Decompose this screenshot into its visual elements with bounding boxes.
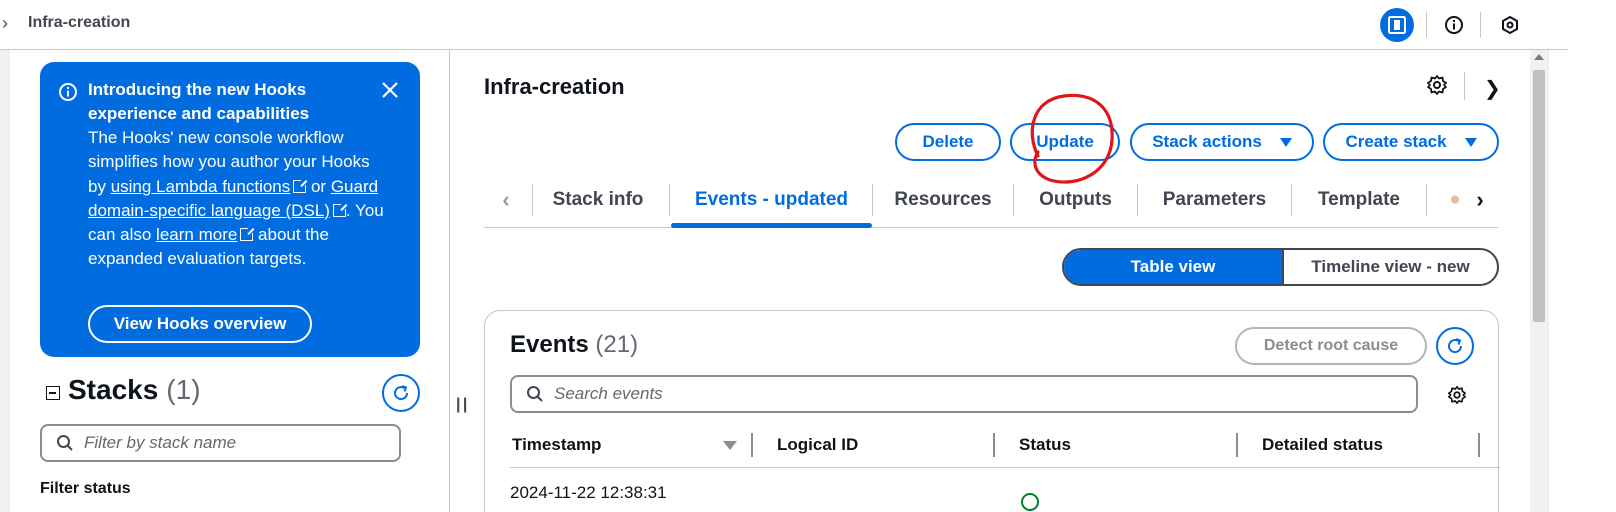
search-icon bbox=[527, 386, 543, 402]
create-stack-label: Create stack bbox=[1345, 132, 1447, 151]
table-view-button[interactable]: Table view bbox=[1064, 250, 1282, 284]
header-divider bbox=[510, 467, 1500, 468]
banner-title: Introducing the new Hooks experience and… bbox=[88, 80, 310, 123]
column-header-detailed-status[interactable]: Detailed status bbox=[1262, 435, 1383, 455]
collapse-icon[interactable] bbox=[46, 386, 60, 400]
active-tab-indicator bbox=[671, 223, 872, 228]
learn-more-link[interactable]: learn more bbox=[156, 225, 256, 244]
stacks-heading: Stacks bbox=[68, 374, 159, 405]
detect-root-cause-button[interactable]: Detect root cause bbox=[1235, 327, 1427, 365]
stacks-header: Stacks (1) bbox=[46, 374, 201, 406]
close-icon bbox=[382, 82, 398, 98]
external-link-icon bbox=[332, 201, 348, 217]
refresh-icon bbox=[394, 385, 409, 401]
column-header-timestamp[interactable]: Timestamp bbox=[512, 435, 601, 455]
view-hooks-overview-button[interactable]: View Hooks overview bbox=[88, 305, 312, 343]
left-panel: Introducing the new Hooks experience and… bbox=[10, 50, 450, 512]
tab-overflow-partial: ● bbox=[1450, 189, 1460, 210]
tabs-scroll-right-button[interactable]: › bbox=[1462, 172, 1498, 228]
tab-resources[interactable]: Resources bbox=[873, 172, 1013, 228]
lambda-functions-link[interactable]: using Lambda functions bbox=[111, 177, 309, 196]
status-success-icon bbox=[1021, 493, 1039, 511]
refresh-icon bbox=[1448, 338, 1463, 354]
update-button[interactable]: Update bbox=[1010, 123, 1120, 161]
gear-icon bbox=[1427, 75, 1447, 95]
tabs-scroll-left-button[interactable]: ‹ bbox=[488, 172, 524, 228]
info-button[interactable] bbox=[1437, 8, 1471, 42]
panel-resize-handle[interactable]: | | bbox=[456, 396, 467, 414]
stack-tabs: ‹ Stack info Events - updated Resources … bbox=[484, 172, 1498, 228]
search-events-placeholder: Search events bbox=[554, 384, 663, 403]
main-scrollbar[interactable] bbox=[1530, 50, 1548, 512]
refresh-stacks-button[interactable] bbox=[382, 374, 420, 412]
timeline-view-button[interactable]: Timeline view - new bbox=[1282, 250, 1497, 284]
search-events-input[interactable]: Search events bbox=[510, 375, 1418, 413]
column-header-logical-id[interactable]: Logical ID bbox=[777, 435, 858, 455]
tab-stack-info[interactable]: Stack info bbox=[533, 172, 663, 228]
expand-nav-icon[interactable]: › bbox=[2, 13, 8, 34]
events-count: (21) bbox=[595, 331, 639, 358]
settings-panel-button[interactable] bbox=[1493, 8, 1527, 42]
search-icon bbox=[57, 435, 73, 451]
split-panel-icon bbox=[1388, 16, 1406, 34]
banner-body: The Hooks' new console workflow simplifi… bbox=[88, 126, 388, 272]
events-title: Events bbox=[510, 331, 589, 358]
chevron-right-icon[interactable]: ❯ bbox=[1484, 76, 1501, 101]
split-panel-toggle-button[interactable] bbox=[1380, 8, 1414, 42]
breadcrumb[interactable]: Infra-creation bbox=[28, 14, 130, 32]
main-content: Infra-creation ❯ Delete Update Stack act… bbox=[484, 50, 1504, 512]
info-icon bbox=[1445, 16, 1463, 34]
stack-actions-label: Stack actions bbox=[1152, 132, 1262, 151]
stack-filter-placeholder: Filter by stack name bbox=[84, 433, 237, 452]
view-mode-toggle: Table view Timeline view - new bbox=[1062, 248, 1499, 286]
caret-down-icon bbox=[1279, 137, 1292, 147]
column-header-status[interactable]: Status bbox=[1019, 435, 1071, 455]
banner-text: or bbox=[306, 176, 331, 196]
stacks-count: (1) bbox=[166, 374, 201, 405]
event-timestamp: 2024-11-22 12:38:31 bbox=[510, 483, 667, 502]
tab-outputs[interactable]: Outputs bbox=[1014, 172, 1137, 228]
hexagon-settings-icon bbox=[1502, 15, 1518, 35]
page-title: Infra-creation bbox=[484, 74, 625, 99]
info-icon bbox=[59, 83, 77, 101]
scrollbar-thumb[interactable] bbox=[1533, 70, 1545, 322]
external-link-icon bbox=[293, 177, 309, 193]
filter-status-label: Filter status bbox=[40, 480, 131, 497]
stack-filter-input[interactable]: Filter by stack name bbox=[40, 424, 401, 462]
close-banner-button[interactable] bbox=[378, 78, 402, 102]
sort-descending-icon[interactable] bbox=[723, 441, 737, 450]
delete-button[interactable]: Delete bbox=[895, 123, 1001, 161]
tab-events[interactable]: Events - updated bbox=[671, 172, 872, 228]
left-scrollbar[interactable] bbox=[0, 50, 10, 512]
tab-template[interactable]: Template bbox=[1292, 172, 1426, 228]
top-bar: › Infra-creation bbox=[0, 0, 1568, 50]
right-gutter bbox=[1548, 50, 1568, 512]
events-container: Events (21) Detect root cause Search eve… bbox=[484, 310, 1500, 512]
refresh-events-button[interactable] bbox=[1436, 327, 1474, 365]
create-stack-dropdown[interactable]: Create stack bbox=[1323, 123, 1499, 161]
gear-icon bbox=[1448, 386, 1466, 404]
hooks-announcement-banner: Introducing the new Hooks experience and… bbox=[40, 62, 420, 357]
external-link-icon bbox=[240, 226, 256, 242]
table-preferences-button[interactable] bbox=[1447, 385, 1467, 410]
preferences-button[interactable] bbox=[1426, 74, 1448, 101]
stack-actions-dropdown[interactable]: Stack actions bbox=[1130, 123, 1314, 161]
tab-parameters[interactable]: Parameters bbox=[1138, 172, 1291, 228]
caret-down-icon bbox=[1464, 137, 1477, 147]
events-heading: Events (21) bbox=[510, 331, 638, 359]
